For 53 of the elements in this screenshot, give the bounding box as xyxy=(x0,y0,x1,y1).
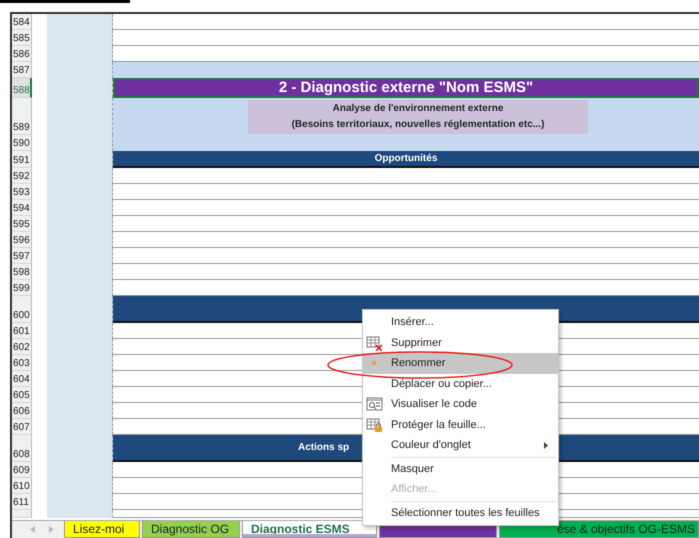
menu-item[interactable]: Protéger la feuille... xyxy=(363,414,558,435)
row-number[interactable]: 598 xyxy=(12,264,32,280)
row-number[interactable]: 593 xyxy=(12,184,32,200)
code-window-icon xyxy=(366,397,383,412)
row-number[interactable]: 611 xyxy=(12,494,32,510)
row-number[interactable]: 605 xyxy=(12,387,32,403)
row-number[interactable]: 604 xyxy=(12,371,32,387)
row-number[interactable]: 584 xyxy=(12,14,32,30)
row-number[interactable]: 601 xyxy=(12,323,32,339)
row-number[interactable]: 600 xyxy=(12,296,32,323)
scroll-right-icon[interactable] xyxy=(49,526,54,533)
row-number[interactable]: 594 xyxy=(12,200,32,216)
section-header: Opportunités xyxy=(113,151,699,168)
scroll-left-icon[interactable] xyxy=(30,526,35,533)
row-number[interactable]: 608 xyxy=(12,435,32,462)
delete-table-icon xyxy=(366,336,383,350)
header-text: Actions sp xyxy=(298,441,350,455)
sheet-tab[interactable]: Lisez-moi xyxy=(64,521,140,538)
section-title: 2 - Diagnostic externe "Nom ESMS" xyxy=(113,78,699,98)
subtitle-box: Analyse de l'environnement externe (Besoins territoriaux, nouvelles réglementation etc...) xyxy=(248,100,588,134)
row-number[interactable]: 597 xyxy=(12,248,32,264)
row-number[interactable]: 592 xyxy=(12,168,32,184)
row-number[interactable]: 606 xyxy=(12,403,32,419)
lock-table-icon xyxy=(366,418,383,432)
menu-item[interactable]: Masquer xyxy=(363,458,558,479)
row-number[interactable]: 591 xyxy=(12,151,32,168)
row-number[interactable]: 589 xyxy=(12,98,32,135)
row-number[interactable]: 603 xyxy=(12,355,32,371)
row-number[interactable]: 585 xyxy=(12,30,32,46)
row-number[interactable]: 609 xyxy=(12,462,32,478)
menu-item[interactable]: Sélectionner toutes les feuilles xyxy=(363,502,558,523)
row-number[interactable]: 602 xyxy=(12,339,32,355)
row-number[interactable]: 587 xyxy=(12,62,32,78)
submenu-arrow-icon xyxy=(544,442,548,449)
row-number[interactable]: 599 xyxy=(12,280,32,296)
menu-item[interactable]: Déplacer ou copier... xyxy=(363,374,558,394)
grid-cell xyxy=(47,14,113,30)
row-number[interactable]: 607 xyxy=(12,419,32,435)
menu-item[interactable]: Visualiser le code xyxy=(363,394,558,414)
row-number[interactable]: 590 xyxy=(12,135,32,151)
menu-item[interactable]: Supprimer xyxy=(363,332,558,353)
row-number[interactable]: 596 xyxy=(12,232,32,248)
sheet-tab[interactable]: Diagnostic OG xyxy=(142,521,240,538)
menu-item[interactable]: Renommer xyxy=(363,353,558,374)
menu-item[interactable]: Insérer... xyxy=(363,312,558,332)
row-number[interactable]: 586 xyxy=(12,46,32,62)
menu-item[interactable]: Couleur d'onglet xyxy=(363,435,558,456)
row-number[interactable]: 610 xyxy=(12,478,32,494)
row-header[interactable] xyxy=(12,510,32,518)
row-number[interactable]: 595 xyxy=(12,216,32,232)
sheet-tab[interactable]: Diagnostic ESMS xyxy=(242,521,377,538)
sheet-tab[interactable]: èse & objectifs OG-ESMS xyxy=(499,521,699,538)
row-number[interactable]: 588 xyxy=(12,78,32,98)
